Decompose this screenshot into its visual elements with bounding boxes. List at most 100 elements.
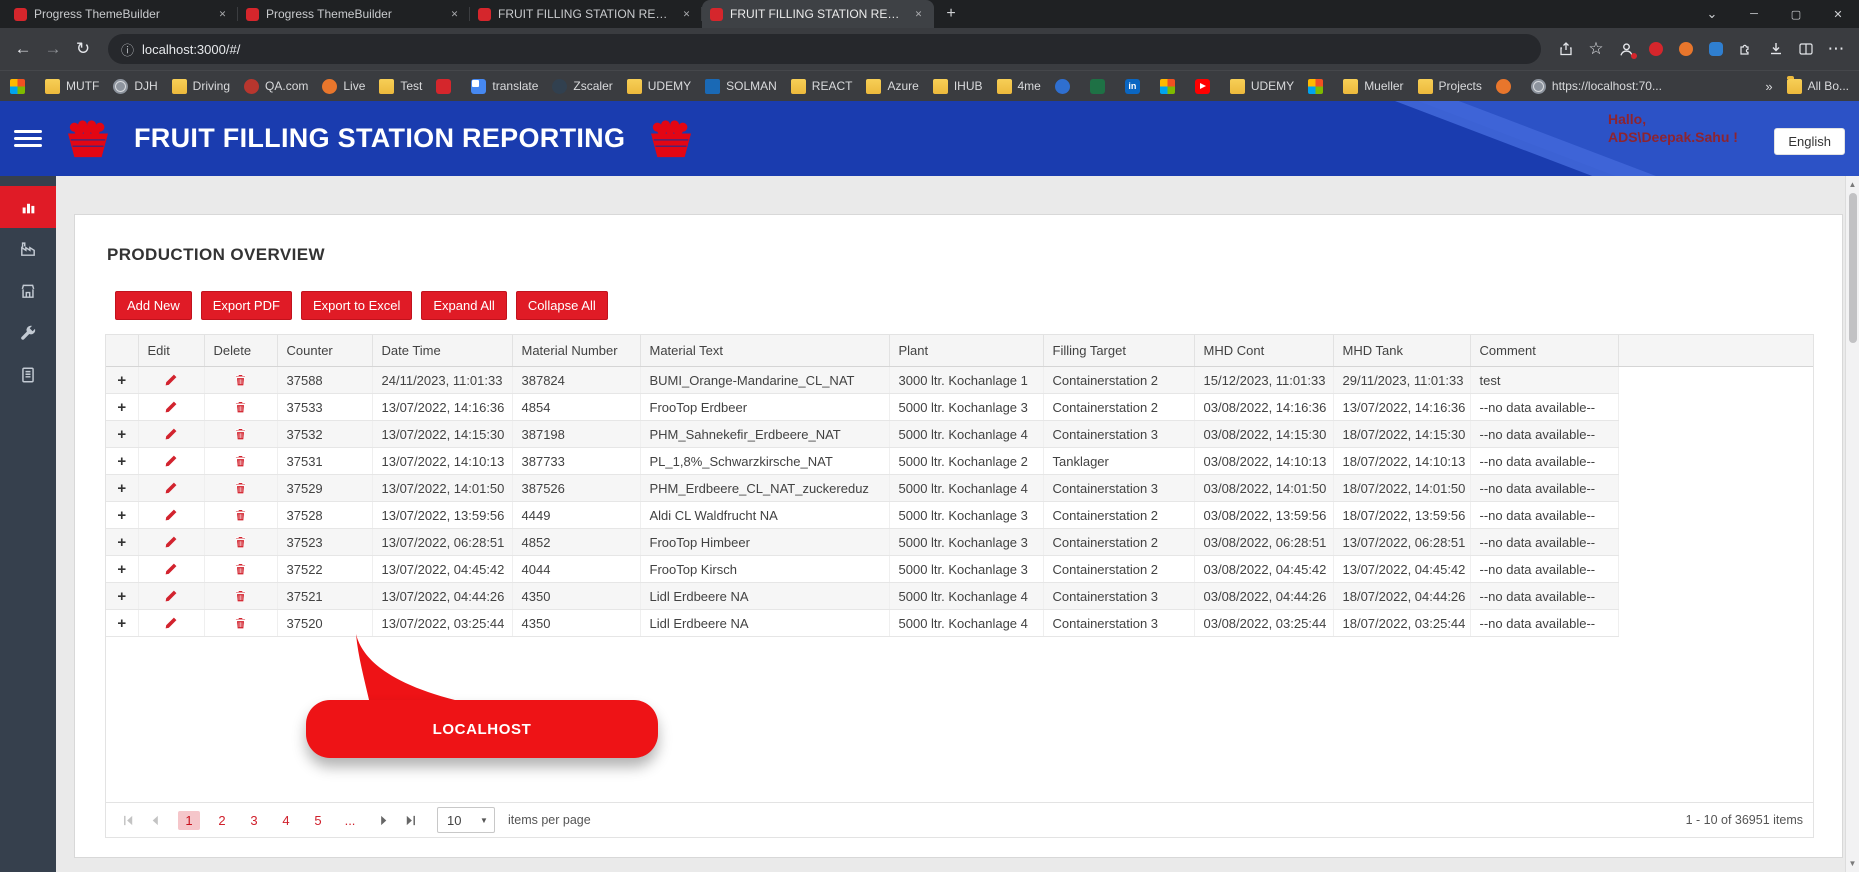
page-number-button[interactable]: 2 [212,813,232,828]
sidebar-item-dashboard[interactable] [0,186,56,228]
split-screen-icon[interactable] [1791,34,1821,64]
bookmark-item[interactable]: Live [322,78,365,94]
page-number-button[interactable]: 1 [178,810,200,830]
page-scrollbar[interactable]: ▲ ▼ [1845,176,1859,872]
reload-button[interactable]: ↻ [68,34,98,64]
bookmark-item[interactable] [1054,78,1076,94]
previous-page-button[interactable] [143,808,167,832]
page-number-button[interactable]: 5 [308,813,328,828]
expand-row-button[interactable]: + [115,454,129,469]
edit-button[interactable] [148,616,195,630]
toolbar-button[interactable]: Collapse All [515,291,608,320]
downloads-icon[interactable] [1761,34,1791,64]
tab-close-icon[interactable]: ✕ [911,7,926,22]
scroll-up-icon[interactable]: ▲ [1849,176,1857,193]
delete-button[interactable] [214,616,268,630]
bookmark-item[interactable]: SOLMAN [705,78,777,94]
language-button[interactable]: English [1774,128,1845,155]
expand-row-button[interactable]: + [115,400,129,415]
bookmark-item[interactable]: DJH [113,78,158,94]
column-header[interactable] [1618,335,1813,367]
extension-orange-icon[interactable] [1671,34,1701,64]
bookmark-item[interactable]: https://localhost:70... [1530,78,1662,94]
expand-row-button[interactable]: + [115,562,129,577]
bookmark-item[interactable] [1089,78,1111,94]
scroll-down-icon[interactable]: ▼ [1849,855,1857,872]
bookmark-item[interactable]: 4me [996,78,1041,94]
sidebar-item-settings[interactable] [0,312,56,354]
share-icon[interactable] [1551,34,1581,64]
bookmark-item[interactable]: REACT [790,78,852,94]
edit-button[interactable] [148,535,195,549]
edit-button[interactable] [148,589,195,603]
delete-button[interactable] [214,481,268,495]
bookmarks-overflow-chevron[interactable]: » [1765,79,1772,94]
settings-menu-icon[interactable]: ⋯ [1821,34,1851,64]
browser-tab[interactable]: Progress ThemeBuilder ✕ [6,0,238,28]
delete-button[interactable] [214,508,268,522]
column-header[interactable]: Counter [277,335,373,367]
toolbar-button[interactable]: Export to Excel [300,291,413,320]
sidebar-item-factory[interactable] [0,228,56,270]
page-number-button[interactable]: 3 [244,813,264,828]
extension-blue-icon[interactable] [1701,34,1731,64]
scrollbar-thumb[interactable] [1848,193,1857,343]
page-size-dropdown[interactable]: 10 ▼ [437,807,495,833]
column-header[interactable]: Material Number [512,335,641,367]
edit-button[interactable] [148,481,195,495]
edit-button[interactable] [148,427,195,441]
bookmark-item[interactable]: QA.com [244,78,308,94]
close-button[interactable]: ✕ [1817,0,1859,28]
expand-row-button[interactable]: + [115,373,129,388]
toolbar-button[interactable]: Expand All [421,291,507,320]
bookmark-item[interactable] [1308,78,1329,94]
edit-button[interactable] [148,508,195,522]
forward-button[interactable]: → [38,34,68,64]
bookmark-item[interactable]: Mueller [1343,78,1404,94]
address-bar[interactable]: ⓘ localhost:3000/#/ [108,34,1541,64]
browser-tab[interactable]: FRUIT FILLING STATION REPORT ✕ [470,0,702,28]
browser-tab[interactable]: Progress ThemeBuilder ✕ [238,0,470,28]
extensions-puzzle-icon[interactable] [1731,34,1761,64]
expand-row-button[interactable]: + [115,535,129,550]
delete-button[interactable] [214,535,268,549]
favorites-star-icon[interactable]: ☆ [1581,34,1611,64]
column-header[interactable]: Delete [204,335,278,367]
column-header[interactable]: Plant [889,335,1044,367]
delete-button[interactable] [214,373,268,387]
edit-button[interactable] [148,562,195,576]
column-header[interactable]: Comment [1470,335,1619,367]
column-header[interactable] [106,335,139,367]
column-header[interactable]: Date Time [372,335,513,367]
first-page-button[interactable] [116,808,140,832]
bookmark-item[interactable] [436,78,457,94]
profile-badge-icon[interactable] [1611,34,1641,64]
column-header[interactable]: MHD Cont [1194,335,1334,367]
expand-row-button[interactable]: + [115,589,129,604]
maximize-button[interactable]: ▢ [1775,0,1817,28]
delete-button[interactable] [214,454,268,468]
tab-actions-caret-icon[interactable]: ⌄ [1691,0,1733,28]
back-button[interactable]: ← [8,34,38,64]
edit-button[interactable] [148,454,195,468]
bookmark-item[interactable]: UDEMY [1229,78,1294,94]
bookmark-item[interactable] [1194,78,1216,94]
minimize-button[interactable]: ─ [1733,0,1775,28]
column-header[interactable]: Filling Target [1043,335,1195,367]
toolbar-button[interactable]: Add New [115,291,192,320]
edit-button[interactable] [148,400,195,414]
all-bookmarks-folder[interactable]: All Bo... [1786,75,1849,94]
bookmark-item[interactable] [1124,78,1146,94]
hamburger-menu-icon[interactable] [14,130,42,147]
bookmark-item[interactable]: Zscaler [552,78,613,94]
bookmark-item[interactable]: Azure [866,78,919,94]
expand-row-button[interactable]: + [115,427,129,442]
bookmark-item[interactable]: translate [471,78,538,94]
bookmark-item[interactable]: Driving [171,78,230,94]
bookmark-item[interactable] [10,78,31,94]
delete-button[interactable] [214,562,268,576]
delete-button[interactable] [214,427,268,441]
next-page-button[interactable] [371,808,395,832]
expand-row-button[interactable]: + [115,508,129,523]
tab-close-icon[interactable]: ✕ [679,7,694,22]
